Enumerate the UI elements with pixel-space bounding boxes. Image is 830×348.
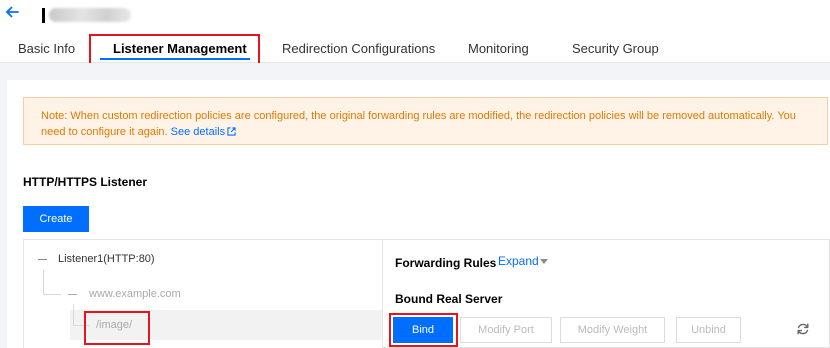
- collapse-icon[interactable]: [68, 294, 77, 295]
- refresh-icon[interactable]: [796, 322, 810, 336]
- title-marker: [42, 7, 45, 23]
- section-title: HTTP/HTTPS Listener: [23, 175, 148, 189]
- tree-item-listener[interactable]: Listener1(HTTP:80): [58, 253, 155, 265]
- bind-button[interactable]: Bind: [393, 317, 453, 343]
- see-details-label: See details: [170, 126, 226, 138]
- tree-connector: [73, 325, 89, 326]
- see-details-link[interactable]: See details: [171, 126, 236, 138]
- expand-link[interactable]: Expand: [498, 254, 539, 268]
- modify-weight-button[interactable]: Modify Weight: [560, 317, 665, 343]
- active-tab-indicator: [100, 58, 250, 60]
- tab-listener-management[interactable]: Listener Management: [113, 41, 247, 56]
- chevron-down-icon[interactable]: [540, 259, 548, 264]
- tree-item-domain[interactable]: www.example.com: [89, 288, 181, 300]
- tree-connector: [43, 270, 44, 294]
- external-link-icon: [227, 127, 236, 136]
- unbind-button[interactable]: Unbind: [676, 317, 741, 343]
- tab-basic-info[interactable]: Basic Info: [18, 41, 75, 56]
- tree-connector: [73, 304, 74, 325]
- notice-banner: Note: When custom redirection policies a…: [23, 97, 828, 145]
- arrow-left-icon[interactable]: [4, 4, 20, 20]
- modify-port-button[interactable]: Modify Port: [460, 317, 552, 343]
- forwarding-rules-title: Forwarding Rules: [395, 256, 497, 270]
- create-button[interactable]: Create: [23, 206, 89, 232]
- tab-security-group[interactable]: Security Group: [572, 41, 659, 56]
- tree-item-path[interactable]: /image/: [96, 319, 132, 331]
- instance-name: [42, 6, 131, 24]
- tab-redirection-configurations[interactable]: Redirection Configurations: [282, 41, 435, 56]
- bound-real-server-title: Bound Real Server: [395, 292, 503, 306]
- collapse-icon[interactable]: [38, 259, 47, 260]
- tab-monitoring[interactable]: Monitoring: [468, 41, 529, 56]
- redacted-instance-name: [49, 8, 131, 22]
- tree-connector: [43, 294, 61, 295]
- notice-text: Note: When custom redirection policies a…: [41, 110, 796, 138]
